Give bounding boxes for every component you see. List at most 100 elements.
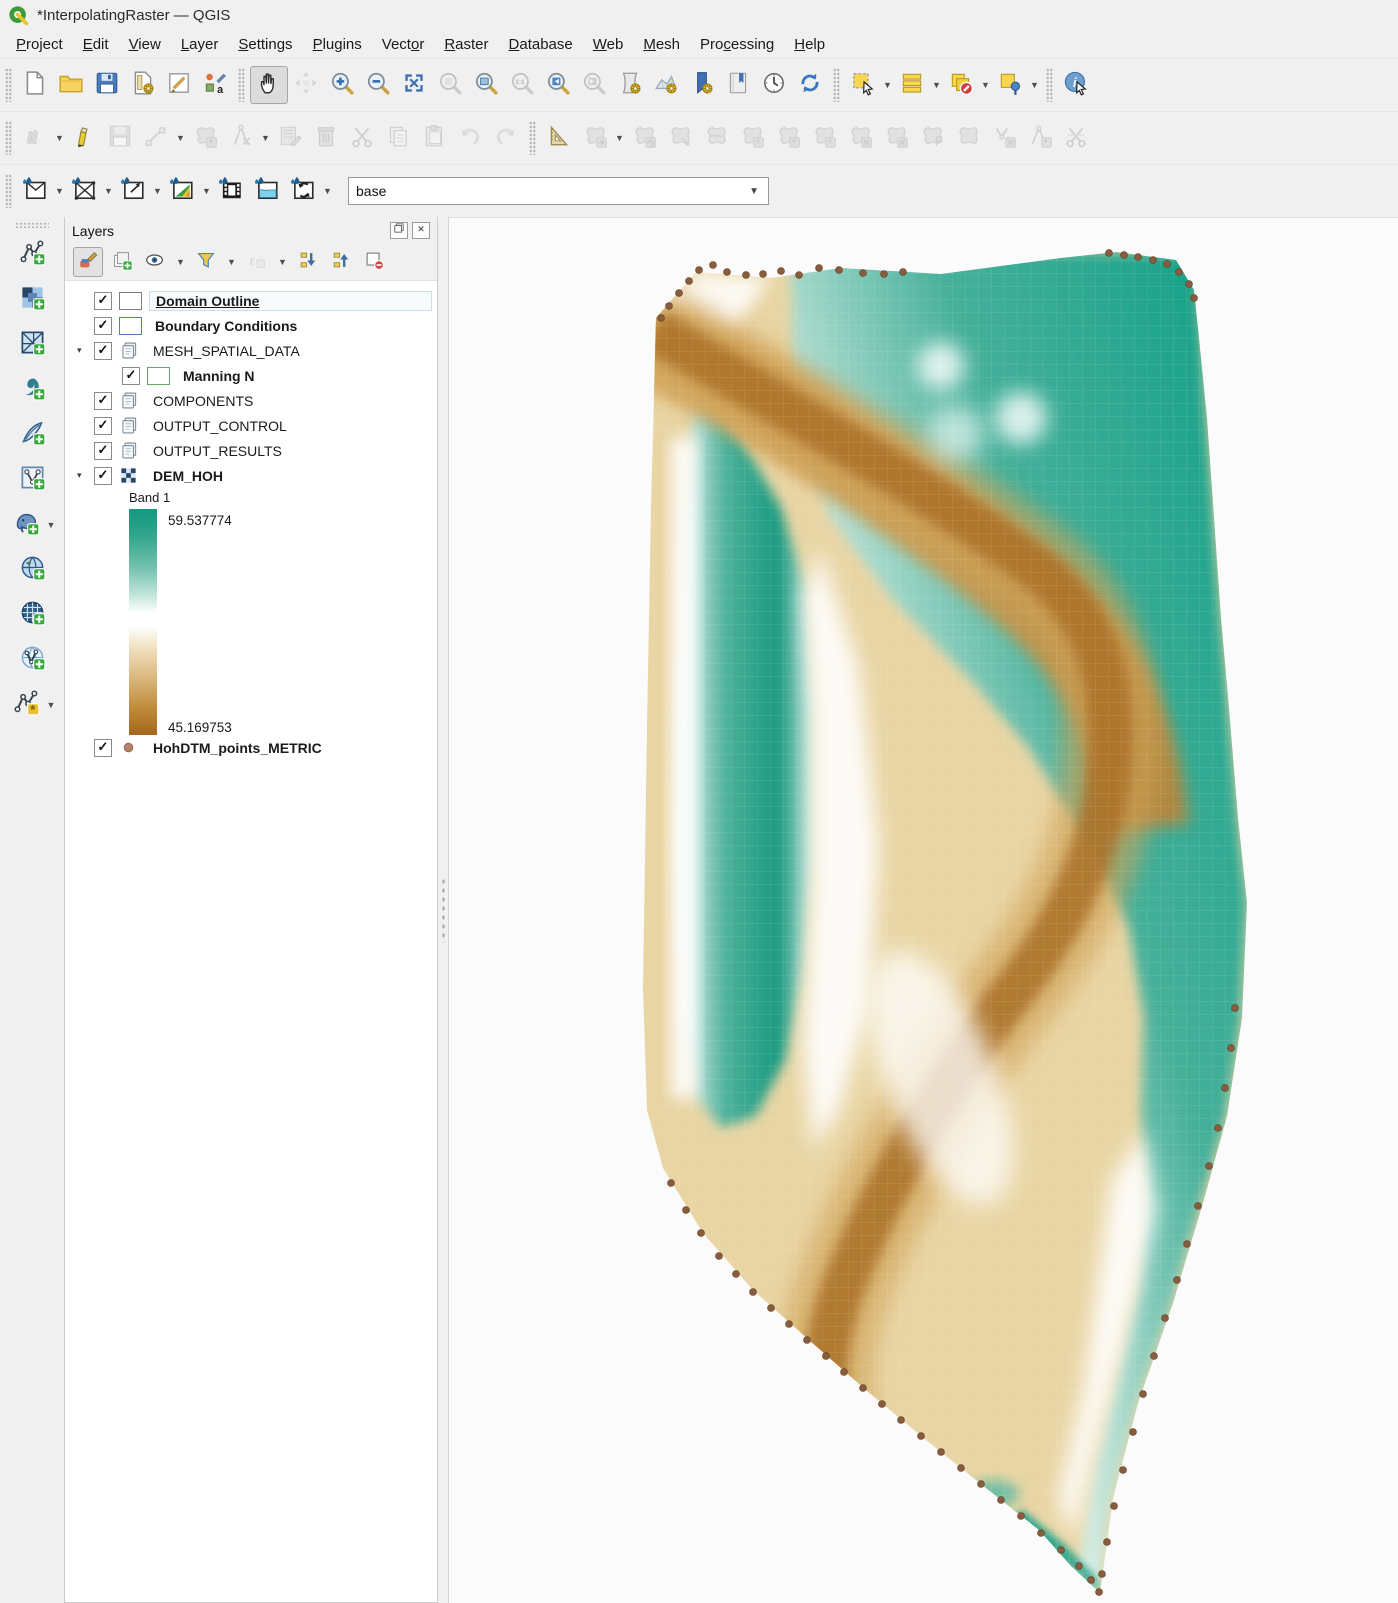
menu-settings[interactable]: Settings	[228, 33, 302, 56]
menu-edit[interactable]: Edit	[73, 33, 119, 56]
add-line-feature-button[interactable]	[138, 120, 174, 156]
toolbar-drag-handle[interactable]	[238, 68, 245, 102]
collapse-all-button[interactable]	[327, 248, 355, 276]
split-features-button[interactable]	[986, 120, 1022, 156]
filter-by-expression-dropdown[interactable]: ▼	[276, 257, 289, 267]
paste-features-button[interactable]	[416, 120, 452, 156]
menu-database[interactable]: Database	[499, 33, 583, 56]
filter-by-expression-button[interactable]: ε	[243, 248, 271, 276]
move-feature-button[interactable]	[577, 120, 613, 156]
menu-plugins[interactable]: Plugins	[303, 33, 372, 56]
redo-button[interactable]	[488, 120, 524, 156]
add-delimited-text-layer-button[interactable]	[14, 372, 50, 408]
add-virtual-layer-button[interactable]	[14, 462, 50, 498]
save-layer-edits-button[interactable]	[102, 120, 138, 156]
filter-legend-button[interactable]	[192, 248, 220, 276]
offset-curve-button[interactable]	[914, 120, 950, 156]
add-wcs-layer-button[interactable]	[14, 597, 50, 633]
toolbar-drag-handle[interactable]	[5, 68, 12, 102]
add-ring-button[interactable]: *	[734, 120, 770, 156]
layer-checkbox[interactable]: ✓	[94, 317, 112, 335]
layer-row[interactable]: ✓COMPONENTS	[65, 388, 437, 413]
mesh-extent-tool-dropdown[interactable]: ▼	[53, 186, 66, 196]
remove-layer-button[interactable]	[360, 248, 388, 276]
add-polygon-feature-button[interactable]: *	[187, 120, 223, 156]
vertex-tool-button[interactable]	[223, 120, 259, 156]
layer-checkbox[interactable]: ✓	[94, 342, 112, 360]
add-vector-layer-button[interactable]	[14, 237, 50, 273]
add-group-button[interactable]	[108, 248, 136, 276]
menu-mesh[interactable]: Mesh	[633, 33, 690, 56]
mesh-refresh-tool-dropdown[interactable]: ▼	[321, 186, 334, 196]
new-project-button[interactable]	[17, 67, 53, 103]
zoom-in-button[interactable]	[324, 67, 360, 103]
zoom-to-layer-button[interactable]	[468, 67, 504, 103]
temporal-controller-button[interactable]	[756, 67, 792, 103]
show-spatial-bookmarks-button[interactable]	[720, 67, 756, 103]
filter-legend-dropdown[interactable]: ▼	[225, 257, 238, 267]
select-features-by-value-button[interactable]	[894, 67, 930, 103]
expander-icon[interactable]: ▾	[77, 345, 94, 356]
menu-layer[interactable]: Layer	[171, 33, 229, 56]
layer-checkbox[interactable]: ✓	[94, 442, 112, 460]
layer-label[interactable]: Boundary Conditions	[149, 317, 303, 335]
mesh-flood-tool-button[interactable]	[249, 173, 285, 209]
mesh-export-tool-dropdown[interactable]: ▼	[151, 186, 164, 196]
layer-row[interactable]: ✓OUTPUT_CONTROL	[65, 413, 437, 438]
add-wfs-layer-button[interactable]	[14, 642, 50, 678]
layer-row[interactable]: ✓OUTPUT_RESULTS	[65, 438, 437, 463]
save-project-button[interactable]	[89, 67, 125, 103]
current-edits-button[interactable]	[17, 120, 53, 156]
zoom-out-button[interactable]	[360, 67, 396, 103]
vertex-tool-dropdown[interactable]: ▼	[259, 133, 272, 143]
menu-view[interactable]: View	[119, 33, 171, 56]
select-by-location-dropdown[interactable]: ▼	[1028, 80, 1041, 90]
style-manager-button[interactable]: a	[197, 67, 233, 103]
toolbar-drag-handle[interactable]	[5, 174, 12, 208]
add-raster-layer-button[interactable]	[14, 282, 50, 318]
layer-label[interactable]: OUTPUT_CONTROL	[147, 417, 293, 435]
layer-row[interactable]: ✓Domain Outline	[65, 288, 437, 313]
layer-label[interactable]: COMPONENTS	[147, 392, 259, 410]
add-part-button[interactable]: *	[770, 120, 806, 156]
layer-checkbox[interactable]: ✓	[122, 367, 140, 385]
select-features-by-value-dropdown[interactable]: ▼	[930, 80, 943, 90]
new-print-layout-button[interactable]	[125, 67, 161, 103]
layer-label[interactable]: Manning N	[177, 367, 261, 385]
add-wms-layer-button[interactable]	[14, 552, 50, 588]
scale-feature-button[interactable]	[662, 120, 698, 156]
add-line-feature-dropdown[interactable]: ▼	[174, 133, 187, 143]
expand-all-button[interactable]	[294, 248, 322, 276]
zoom-last-button[interactable]	[540, 67, 576, 103]
zoom-native-resolution-button[interactable]: 1:1	[504, 67, 540, 103]
show-layout-manager-button[interactable]	[161, 67, 197, 103]
select-features-button[interactable]	[845, 67, 881, 103]
layer-checkbox[interactable]: ✓	[94, 292, 112, 310]
mesh-interpolation-tool-button[interactable]	[164, 173, 200, 209]
menu-processing[interactable]: Processing	[690, 33, 784, 56]
refresh-map-button[interactable]	[792, 67, 828, 103]
zoom-next-button[interactable]	[576, 67, 612, 103]
split-parts-button[interactable]: *	[1022, 120, 1058, 156]
modify-attributes-button[interactable]	[272, 120, 308, 156]
toolbar-drag-handle[interactable]	[15, 222, 49, 229]
select-by-location-button[interactable]	[992, 67, 1028, 103]
delete-ring-button[interactable]	[842, 120, 878, 156]
panel-splitter[interactable]	[438, 217, 448, 1603]
toolbar-drag-handle[interactable]	[5, 121, 12, 155]
add-spatialite-layer-button[interactable]	[14, 417, 50, 453]
zoom-full-button[interactable]	[396, 67, 432, 103]
add-postgis-layer-dropdown[interactable]: ▼	[47, 520, 56, 530]
identify-features-button[interactable]: i	[1058, 67, 1094, 103]
mesh-extent-tool-button[interactable]	[17, 173, 53, 209]
toolbar-drag-handle[interactable]	[833, 68, 840, 102]
mesh-quad-tool-button[interactable]	[66, 173, 102, 209]
enable-advanced-digitizing-button[interactable]	[541, 120, 577, 156]
cut-features-button[interactable]	[344, 120, 380, 156]
toggle-editing-button[interactable]	[66, 120, 102, 156]
undo-button[interactable]	[452, 120, 488, 156]
layer-label[interactable]: DEM_HOH	[147, 467, 229, 485]
select-features-dropdown[interactable]: ▼	[881, 80, 894, 90]
copy-features-button[interactable]	[380, 120, 416, 156]
merge-features-button[interactable]	[1058, 120, 1094, 156]
